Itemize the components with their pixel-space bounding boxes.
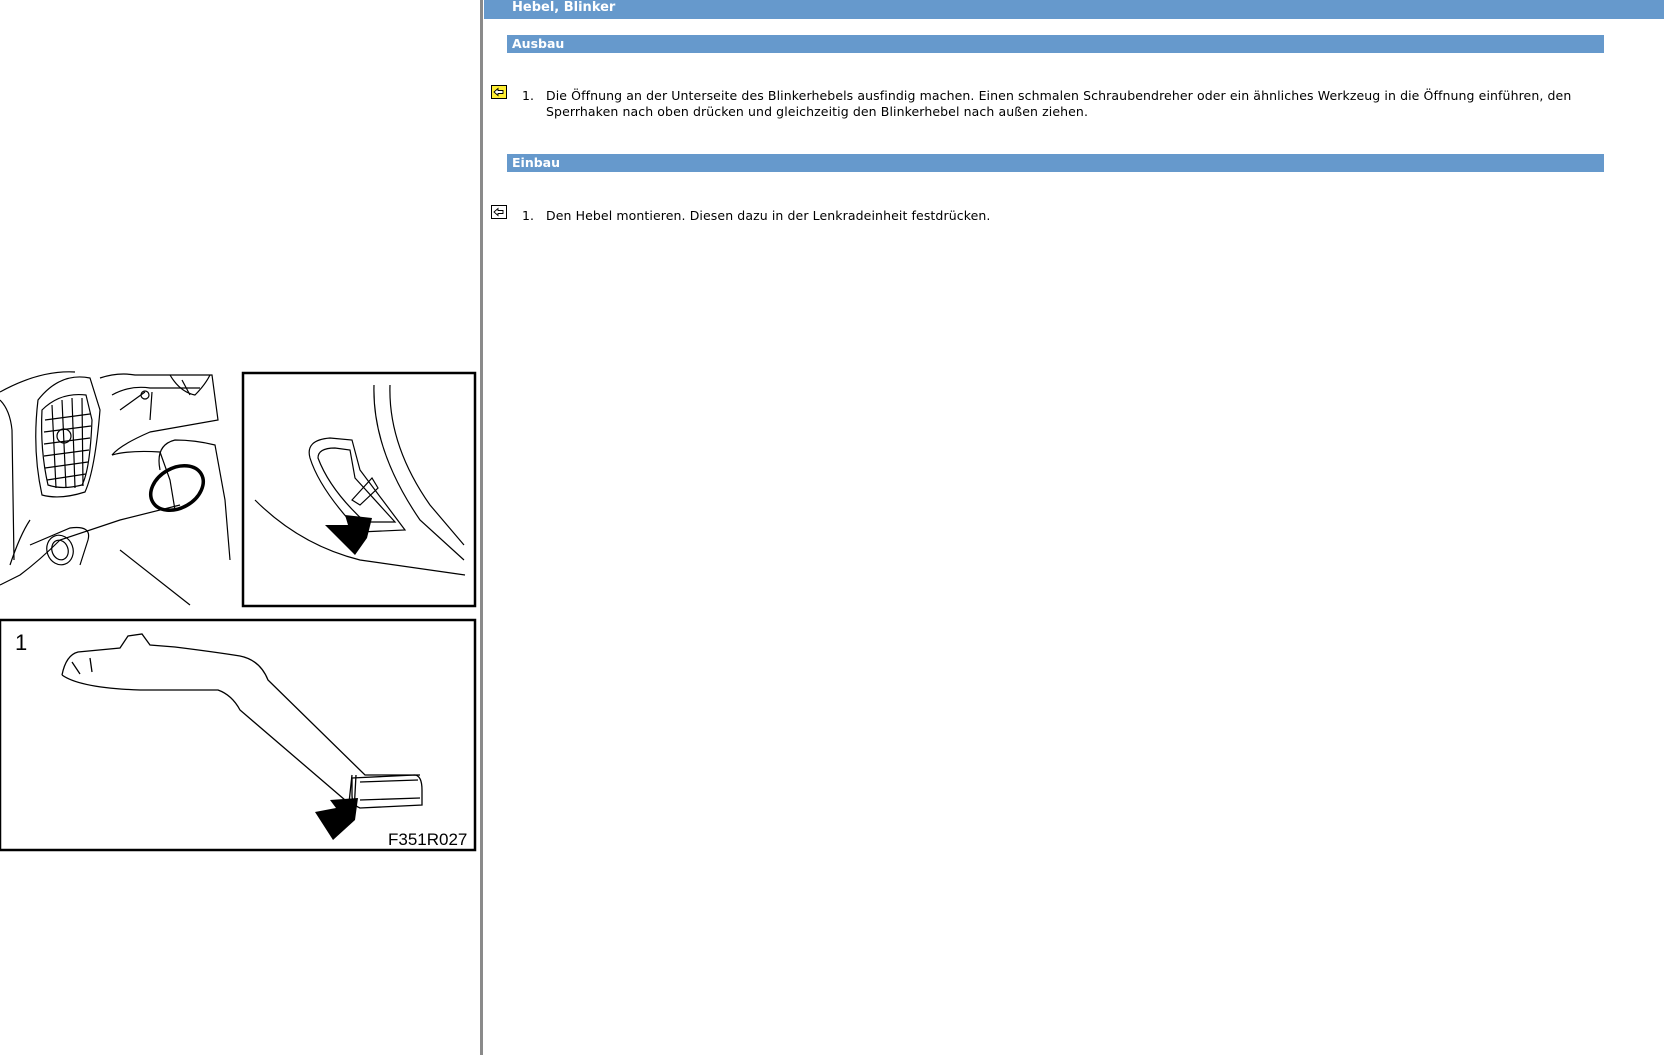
illustration-pane: 1 F351R027	[0, 0, 483, 1055]
turn-signal-lever-illustration: 1 F351R027	[0, 371, 477, 852]
step-number: 1.	[522, 88, 534, 103]
section-heading-ausbau: Ausbau	[507, 35, 1604, 53]
step-text: Den Hebel montieren. Diesen dazu in der …	[546, 208, 991, 223]
detail-box-lever	[0, 618, 477, 852]
figure-code-label: F351R027	[388, 830, 467, 849]
step-number: 1.	[522, 208, 534, 223]
figure-panel-number: 1	[15, 630, 27, 655]
arrow-lever	[315, 798, 358, 840]
back-to-figure-icon[interactable]	[491, 85, 507, 99]
dashboard-view	[0, 371, 231, 606]
step-text: Die Öffnung an der Unterseite des Blinke…	[546, 88, 1572, 119]
einbau-step-1: 1. Den Hebel montieren. Diesen dazu in d…	[491, 205, 1601, 226]
document-pane: Hebel, Blinker Ausbau 1. Die Öffnung an …	[484, 0, 1664, 1055]
section-heading-einbau: Einbau	[507, 154, 1604, 172]
arrow-detail	[325, 515, 372, 555]
ausbau-step-1: 1. Die Öffnung an der Unterseite des Bli…	[491, 85, 1601, 122]
page-title: Hebel, Blinker	[484, 0, 1664, 19]
back-to-figure-icon[interactable]	[491, 205, 507, 219]
